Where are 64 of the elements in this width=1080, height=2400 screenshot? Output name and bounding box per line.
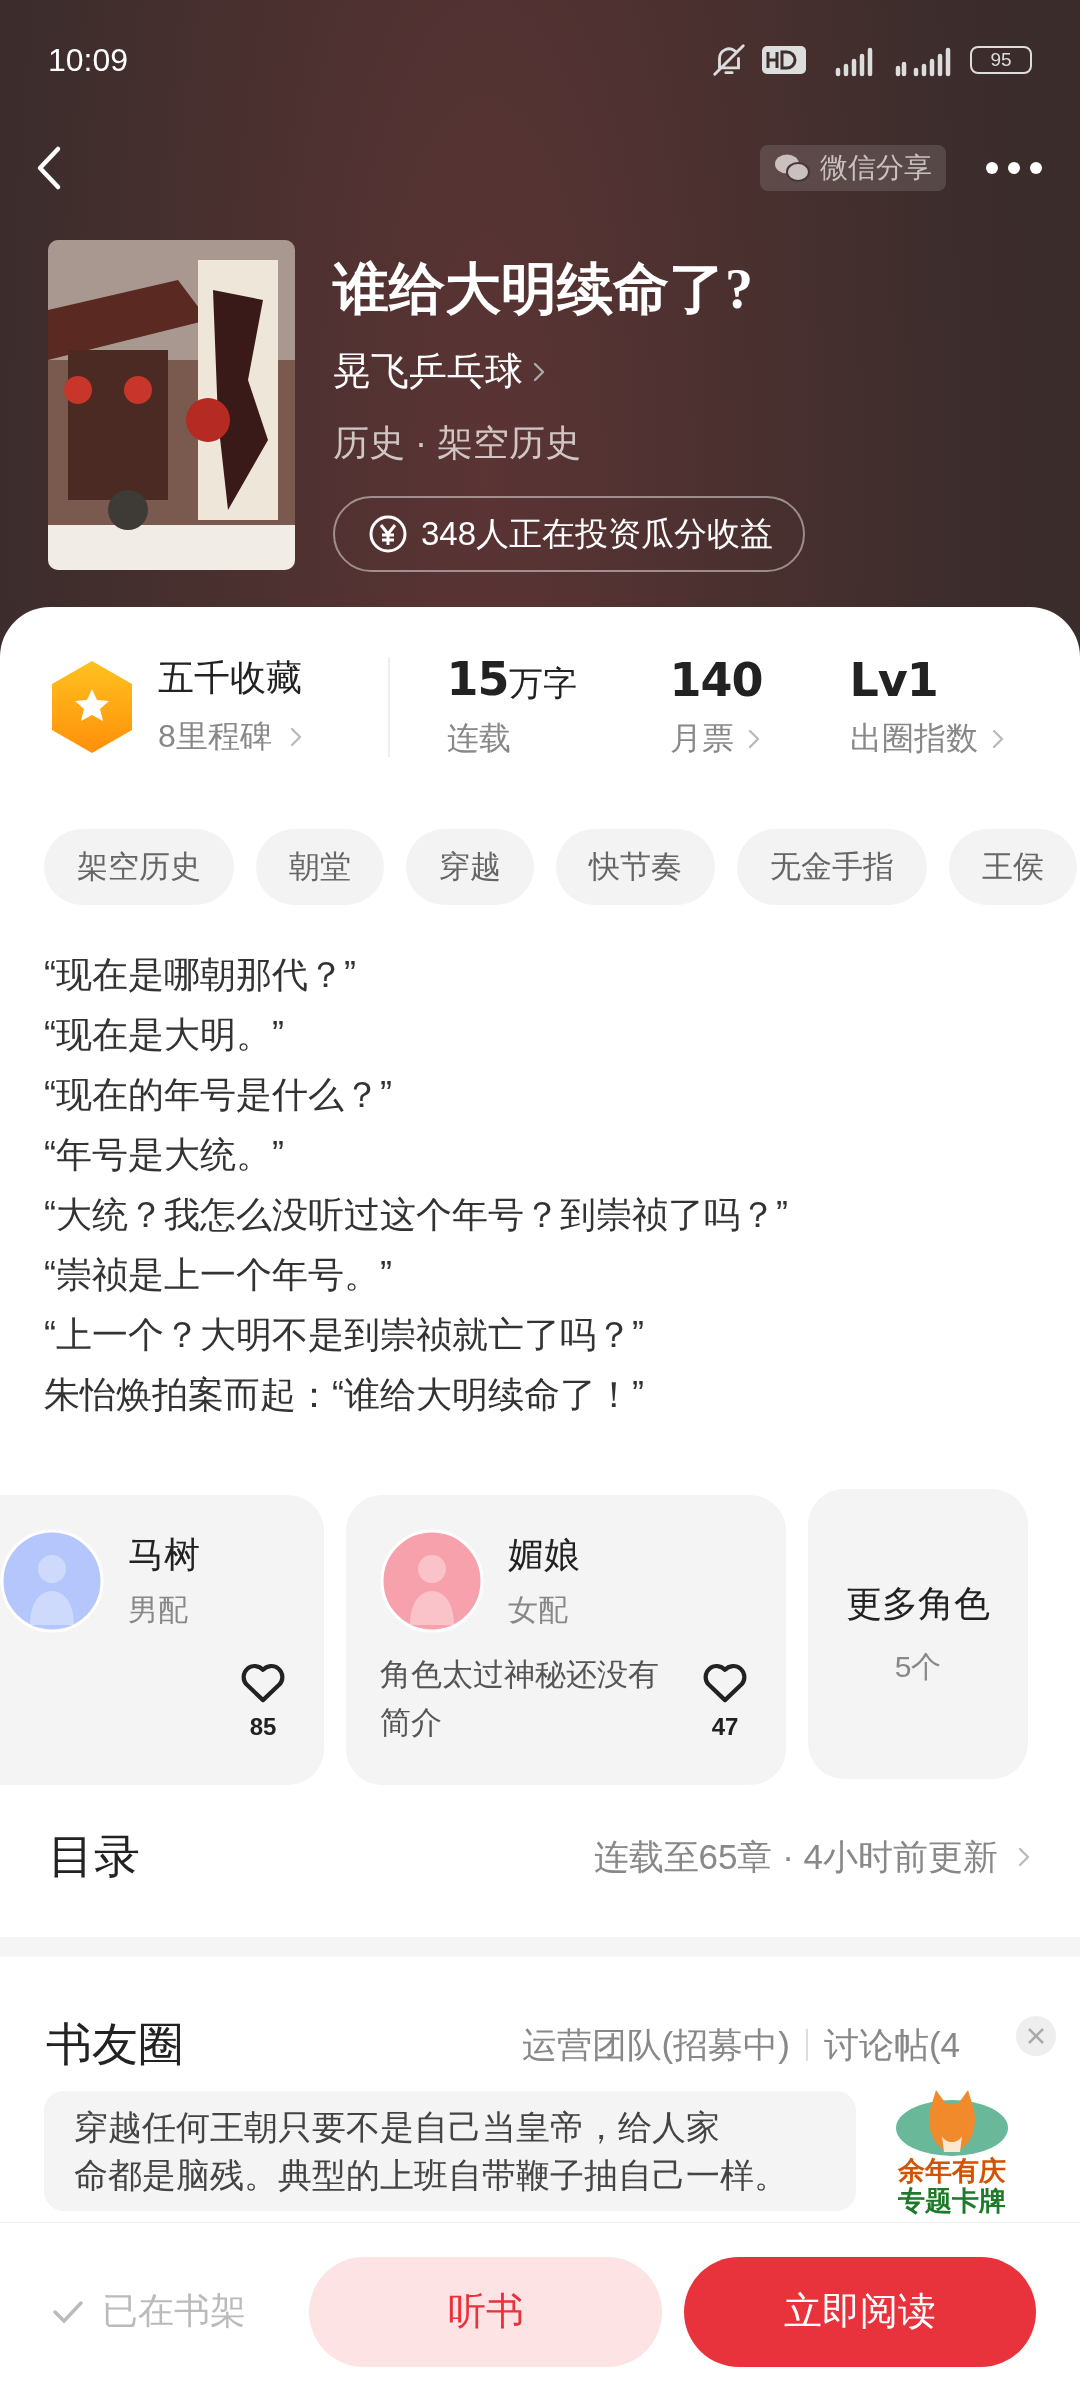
character-card[interactable]: 马树 男配 85 <box>0 1495 324 1785</box>
character-card[interactable]: 媚娘 女配 角色太过神秘还没有简介 47 <box>346 1495 786 1785</box>
wechat-share-button[interactable]: 微信分享 <box>760 144 946 191</box>
synopsis-line: “现在是哪朝那代？” <box>44 953 357 997</box>
character-role: 男配 <box>128 1592 189 1628</box>
stat-label[interactable]: 出圈指数 <box>849 716 978 761</box>
invest-button[interactable]: 348人正在投资瓜分收益 <box>333 496 806 572</box>
character-role: 女配 <box>508 1592 569 1628</box>
listen-button[interactable]: 听书 <box>309 2256 662 2367</box>
stat-value: 15万字 <box>446 652 578 707</box>
check-icon <box>52 2298 84 2325</box>
synopsis-line: “现在的年号是什么？” <box>44 1073 393 1117</box>
heart-icon[interactable] <box>702 1661 748 1703</box>
more-icon[interactable] <box>984 159 1044 176</box>
catalog-status-link[interactable]: 连载至65章 · 4小时前更新 <box>587 1832 1036 1882</box>
collection-count: 五千收藏 <box>158 656 302 700</box>
stat-value: Lv1 <box>849 652 939 707</box>
tag-chip[interactable]: 朝堂 <box>256 829 384 905</box>
book-title: 谁给大明续命了? <box>333 257 753 322</box>
battery-icon: 95 <box>970 46 1032 74</box>
synopsis-line: 朱怡焕拍案而起：“谁给大明续命了！” <box>44 1373 645 1417</box>
section-title: 目录 <box>48 1829 140 1884</box>
tag-chip[interactable]: 王侯 <box>949 829 1077 905</box>
book-genre: 历史 · 架空历史 <box>333 421 581 465</box>
tag-chip[interactable]: 快节奏 <box>556 829 715 905</box>
synopsis-line: “大统？我怎么没听过这个年号？到崇祯了吗？” <box>44 1193 789 1237</box>
character-description: 角色太过神秘还没有简介 <box>380 1656 660 1742</box>
synopsis-line: “崇祯是上一个年号。” <box>44 1253 393 1297</box>
chevron-icon <box>991 728 1004 749</box>
promo-text: 余年有庆 <box>898 2156 1006 2186</box>
heart-icon[interactable] <box>240 1661 286 1703</box>
stat-value: 140 <box>669 652 764 707</box>
more-characters-card[interactable]: 更多角色 5个 <box>808 1489 1028 1779</box>
character-name: 媚娘 <box>508 1533 580 1577</box>
stat-label[interactable]: 月票 <box>669 716 734 761</box>
character-name: 马树 <box>128 1533 200 1577</box>
tag-chip[interactable]: 架空历史 <box>44 829 234 905</box>
tag-chip[interactable]: 无金手指 <box>737 829 927 905</box>
yen-icon <box>369 515 407 553</box>
status-time: 10:09 <box>48 41 129 79</box>
mute-bell-icon <box>710 41 748 79</box>
chevron-icon <box>747 728 760 749</box>
community-link[interactable]: 讨论帖(4 <box>823 2021 960 2069</box>
comment-card[interactable]: 穿越任何王朝只要不是自己当皇帝，给人家 命都是脑残。典型的上班自带鞭子抽自己一样。 <box>44 2091 856 2211</box>
chevron-icon <box>533 361 545 382</box>
like-count: 47 <box>711 1713 739 1741</box>
chevron-icon <box>1018 1847 1030 1867</box>
stat-label: 连载 <box>446 719 511 758</box>
hd-icon <box>762 43 808 77</box>
community-link[interactable]: 运营团队(招募中) <box>521 2021 790 2069</box>
comment-text: 穿越任何王朝只要不是自己当皇帝，给人家 <box>74 2107 720 2148</box>
promo-text: 专题卡牌 <box>898 2186 1006 2216</box>
like-count: 85 <box>249 1713 277 1741</box>
synopsis-line: “现在是大明。” <box>44 1013 285 1057</box>
section-title: 书友圈 <box>46 2017 184 2072</box>
read-button[interactable]: 立即阅读 <box>683 2256 1036 2367</box>
synopsis-line: “年号是大统。” <box>44 1133 285 1177</box>
comment-text: 命都是脑残。典型的上班自带鞭子抽自己一样。 <box>74 2155 788 2196</box>
chat-bubbles-icon <box>774 152 810 183</box>
chevron-icon <box>289 727 302 747</box>
milestone-link[interactable]: 8里程碑 <box>158 715 272 759</box>
tag-chip[interactable]: 穿越 <box>406 829 534 905</box>
author-link[interactable]: 晃飞乒乓球 <box>333 346 545 397</box>
synopsis-line: “上一个？大明不是到崇祯就亡了吗？” <box>44 1313 645 1357</box>
